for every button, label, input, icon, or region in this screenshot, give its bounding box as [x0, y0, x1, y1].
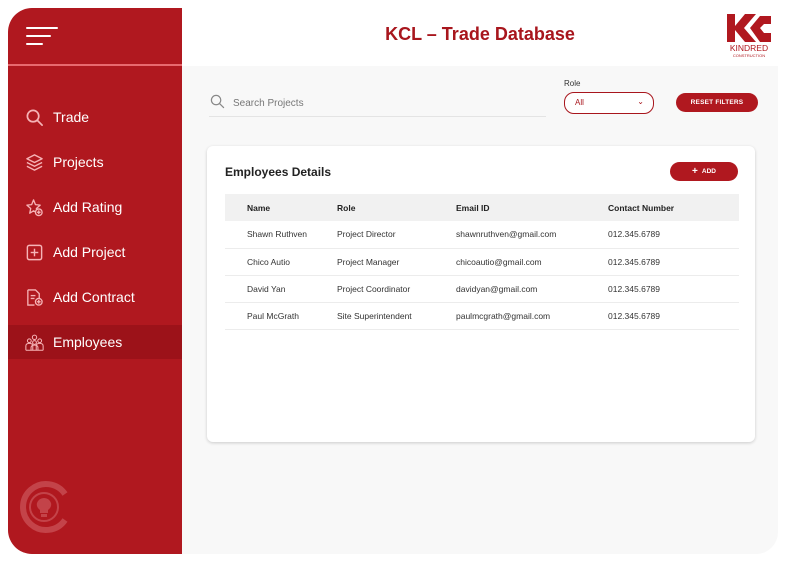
add-button-label: ADD — [701, 168, 716, 175]
square-plus-icon — [24, 242, 44, 262]
add-employee-button[interactable]: + ADD — [670, 162, 738, 181]
cell-name: Shawn Ruthven — [247, 229, 308, 240]
cell-role: Project Manager — [337, 256, 400, 267]
column-header-name[interactable]: Name — [225, 194, 336, 221]
sidebar-item-label: Trade — [53, 109, 90, 125]
sidebar-item-trade[interactable]: Trade — [8, 100, 182, 134]
layers-icon — [24, 152, 44, 172]
search-input[interactable] — [231, 92, 535, 114]
card-title: Employees Details — [225, 165, 332, 179]
role-label: Role — [564, 79, 581, 88]
table-row[interactable]: Paul McGrath Site Superintendent paulmcg… — [225, 302, 739, 329]
cell-name: Chico Autio — [247, 256, 290, 267]
cell-contact: 012.345.6789 — [608, 283, 660, 294]
sidebar-item-label: Employees — [53, 334, 123, 350]
document-plus-icon — [24, 287, 44, 307]
cell-name: Paul McGrath — [247, 310, 299, 321]
cell-name: David Yan — [247, 283, 286, 294]
column-header-email[interactable]: Email ID — [455, 194, 607, 221]
cell-email: chicoautio@gmail.com — [456, 256, 542, 267]
cell-email: davidyan@gmail.com — [456, 283, 538, 294]
sidebar-item-label: Add Contract — [53, 289, 135, 305]
sidebar-item-add-contract[interactable]: Add Contract — [8, 280, 182, 314]
cell-role: Site Superintendent — [337, 310, 412, 321]
app-header: KCL – Trade Database KINDRED CONSTRUCTIO… — [182, 8, 778, 66]
company-logo: KINDRED CONSTRUCTION — [724, 12, 774, 60]
sidebar-item-label: Projects — [53, 154, 104, 170]
cell-email: paulmcgrath@gmail.com — [456, 310, 551, 321]
main-content: Role All ⌄ RESET FILTERS Employees Detai… — [182, 66, 778, 554]
page-title: KCL – Trade Database — [385, 24, 575, 44]
employees-card: Employees Details + ADD Name Role Email I… — [207, 146, 755, 442]
table-header-row: Name Role Email ID Contact Number — [225, 194, 739, 221]
plus-icon: + — [692, 166, 698, 177]
table-row[interactable]: Chico Autio Project Manager chicoautio@g… — [225, 248, 739, 275]
cell-contact: 012.345.6789 — [608, 310, 660, 321]
cell-contact: 012.345.6789 — [608, 256, 660, 267]
sidebar-header — [8, 8, 182, 66]
brand-watermark-icon — [18, 480, 72, 534]
cell-email: shawnruthven@gmail.com — [456, 229, 557, 240]
chevron-down-icon: ⌄ — [637, 97, 644, 106]
sidebar-item-label: Add Project — [53, 244, 126, 260]
sidebar-nav: Trade Projects Add Rating Add Project Ad… — [8, 100, 182, 370]
cell-contact: 012.345.6789 — [608, 229, 660, 240]
table-row[interactable]: Shawn Ruthven Project Director shawnruth… — [225, 221, 739, 248]
logo-subtext: CONSTRUCTION — [733, 53, 765, 58]
team-icon — [24, 332, 44, 352]
menu-icon[interactable] — [26, 27, 60, 49]
sidebar-item-employees[interactable]: Employees — [8, 325, 182, 359]
app-window: Trade Projects Add Rating Add Project Ad… — [8, 8, 778, 554]
sidebar-item-add-project[interactable]: Add Project — [8, 235, 182, 269]
sidebar: Trade Projects Add Rating Add Project Ad… — [8, 8, 182, 554]
cell-role: Project Director — [337, 229, 396, 240]
sidebar-item-add-rating[interactable]: Add Rating — [8, 190, 182, 224]
employees-table: Name Role Email ID Contact Number Shawn … — [225, 194, 739, 330]
cell-role: Project Coordinator — [337, 283, 411, 294]
search-icon — [210, 94, 225, 109]
column-header-role[interactable]: Role — [336, 194, 455, 221]
logo-text: KINDRED — [730, 43, 768, 53]
reset-filters-button[interactable]: RESET FILTERS — [676, 93, 758, 112]
star-plus-icon — [24, 197, 44, 217]
role-select-value: All — [575, 98, 584, 107]
role-select[interactable]: All ⌄ — [564, 92, 654, 114]
search-icon — [24, 107, 44, 127]
search-bar — [209, 92, 546, 117]
sidebar-item-label: Add Rating — [53, 199, 123, 215]
table-row[interactable]: David Yan Project Coordinator davidyan@g… — [225, 275, 739, 302]
sidebar-item-projects[interactable]: Projects — [8, 145, 182, 179]
column-header-contact[interactable]: Contact Number — [607, 194, 739, 221]
